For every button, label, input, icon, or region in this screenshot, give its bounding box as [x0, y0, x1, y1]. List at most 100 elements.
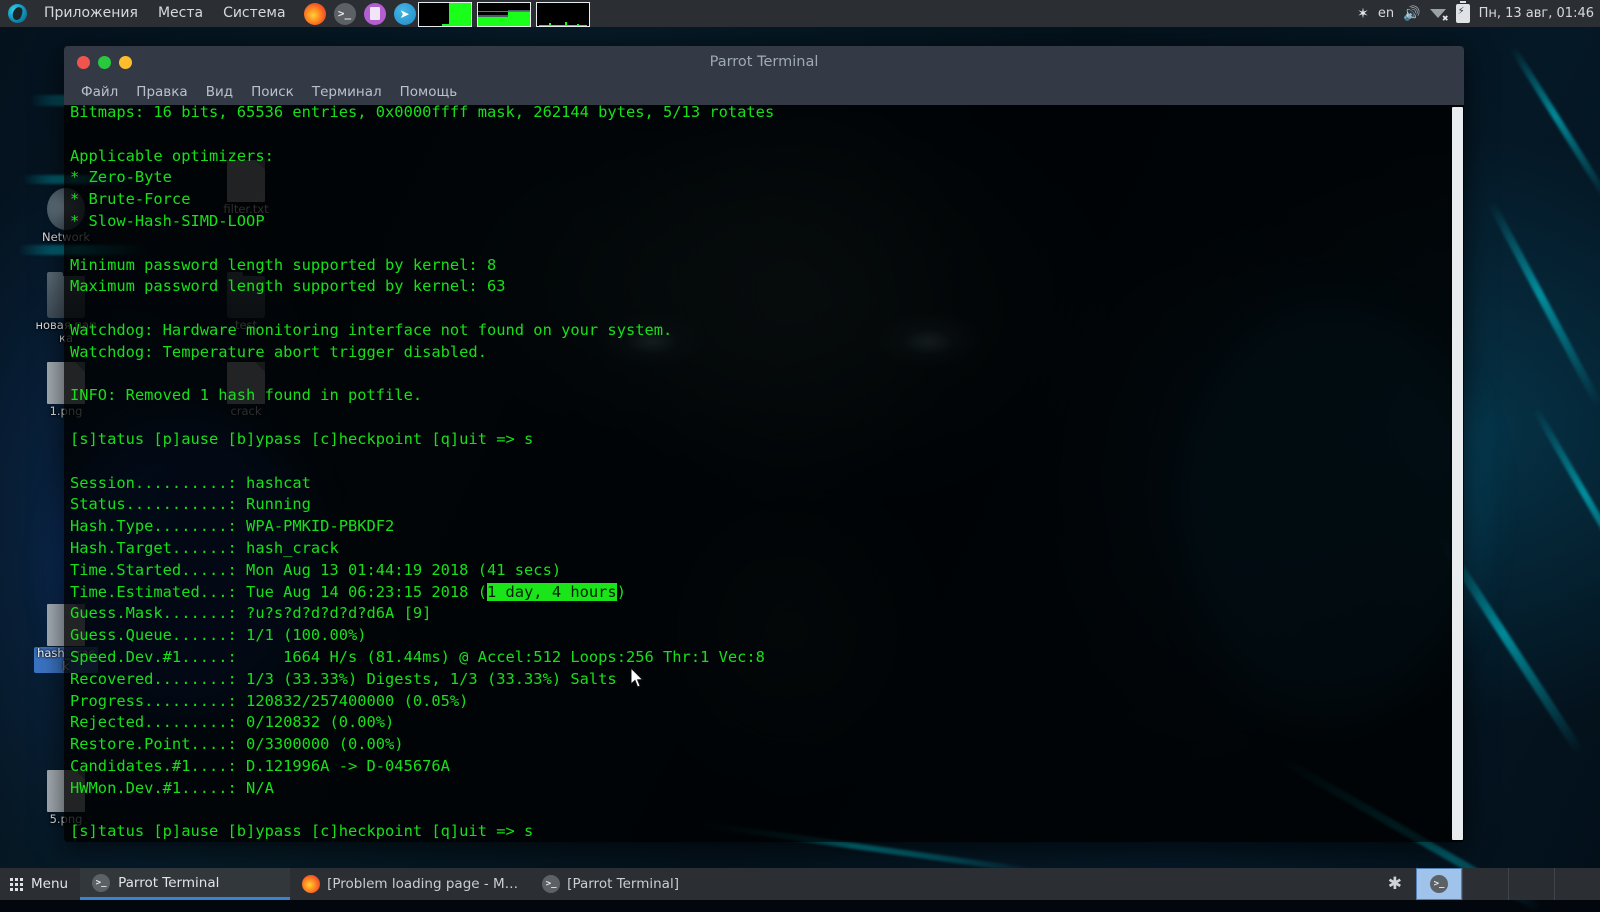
workspace-2[interactable]	[1462, 868, 1508, 900]
terminal-line: Candidates.#1....: D.121996A -> D-045676…	[70, 756, 450, 775]
taskbar-item-label: [Problem loading page - M…	[327, 876, 519, 892]
terminal-icon: >_	[542, 875, 561, 893]
terminal-line: Hash.Target......: hash_crack	[70, 538, 339, 557]
panel-menu-places[interactable]: Места	[148, 0, 213, 27]
system-monitor-applets	[418, 2, 590, 27]
close-button[interactable]	[77, 55, 90, 69]
menu-view[interactable]: Вид	[197, 82, 242, 102]
terminal-line: Applicable optimizers:	[70, 146, 274, 165]
grid-icon	[10, 877, 23, 891]
menu-file[interactable]: Файл	[72, 82, 127, 102]
terminal-line: Restore.Point....: 0/3300000 (0.00%)	[70, 735, 404, 754]
workspace-4[interactable]	[1554, 868, 1600, 900]
wifi-disconnected-icon[interactable]	[1429, 7, 1449, 23]
workspace-switcher: >_	[1416, 868, 1600, 900]
terminal-line: Maximum password length supported by ker…	[70, 277, 506, 296]
clock[interactable]: Пн, 13 авг, 01:46	[1479, 6, 1594, 21]
terminal-line: INFO: Removed 1 hash found in potfile.	[70, 386, 423, 405]
highlighted-text: 1 day, 4 hours	[486, 582, 617, 601]
terminal-icon[interactable]: >_	[333, 2, 356, 25]
telegram-icon[interactable]: ➤	[393, 2, 416, 25]
menu-terminal[interactable]: Терминал	[303, 82, 391, 102]
minimize-button[interactable]	[98, 55, 111, 69]
menu-help[interactable]: Помощь	[391, 82, 467, 102]
keyboard-layout-indicator[interactable]: en	[1378, 6, 1394, 21]
taskbar-right: ✱ >_	[1374, 868, 1600, 900]
terminal-line: * Zero-Byte	[70, 168, 172, 187]
mouse-cursor	[631, 668, 644, 688]
terminal-line: Guess.Mask.......: ?u?s?d?d?d?d?d6A [9]	[70, 604, 432, 623]
window-buttons	[77, 55, 132, 69]
terminal-line: * Brute-Force	[70, 190, 191, 209]
terminal-menubar: Файл Правка Вид Поиск Терминал Помощь	[64, 78, 1464, 105]
terminal-line: Guess.Queue......: 1/1 (100.00%)	[70, 626, 367, 645]
menu-search[interactable]: Поиск	[242, 82, 303, 102]
taskbar-item-terminal[interactable]: >_ [Parrot Terminal]	[530, 868, 691, 900]
panel-menu-system[interactable]: Система	[213, 0, 295, 27]
terminal-line: * Slow-Hash-SIMD-LOOP	[70, 211, 265, 230]
terminal-body[interactable]: Bitmaps: 16 bits, 65536 entries, 0x0000f…	[64, 105, 1464, 842]
terminal-titlebar[interactable]: Parrot Terminal	[64, 46, 1464, 78]
taskbar-item-label: [Parrot Terminal]	[567, 876, 679, 892]
bluetooth-icon[interactable]: ✶	[1357, 7, 1369, 21]
memory-monitor-applet[interactable]	[477, 2, 531, 27]
bottom-panel: Menu >_ Parrot Terminal [Problem loading…	[0, 868, 1600, 900]
terminal-line: Time.Estimated...: Tue Aug 14 06:23:15 2…	[70, 582, 626, 601]
terminal-window[interactable]: Parrot Terminal Файл Правка Вид Поиск Те…	[64, 46, 1464, 842]
telegram-icon-glyph: ➤	[399, 6, 410, 21]
taskbar-active-window[interactable]: >_ Parrot Terminal	[80, 868, 291, 900]
terminal-scrollbar[interactable]	[1450, 105, 1464, 842]
menu-button-label: Menu	[31, 876, 69, 892]
wallpaper-streak	[1487, 200, 1600, 408]
terminal-line: Minimum password length supported by ker…	[70, 255, 497, 274]
terminal-output: Bitmaps: 16 bits, 65536 entries, 0x0000f…	[70, 105, 1442, 842]
terminal-line: Watchdog: Hardware monitoring interface …	[70, 320, 673, 339]
system-tray: ✶ en 🔊 Пн, 13 авг, 01:46	[1357, 0, 1594, 27]
taskbar-item-firefox[interactable]: [Problem loading page - M…	[290, 868, 530, 900]
terminal-line: Watchdog: Temperature abort trigger disa…	[70, 342, 487, 361]
text-editor-icon[interactable]	[363, 2, 386, 25]
taskbar-active-window-label: Parrot Terminal	[118, 874, 220, 891]
workspace-1[interactable]: >_	[1416, 868, 1462, 900]
parrot-logo-icon[interactable]	[8, 4, 27, 23]
terminal-icon: >_	[92, 873, 111, 892]
terminal-icon: >_	[1430, 875, 1448, 893]
firefox-icon[interactable]	[303, 2, 326, 25]
terminal-line: Time.Started.....: Mon Aug 13 01:44:19 2…	[70, 560, 562, 579]
show-desktop-icon[interactable]: ✱	[1374, 868, 1416, 900]
network-monitor-applet[interactable]	[536, 2, 590, 27]
volume-icon[interactable]: 🔊	[1403, 7, 1420, 21]
terminal-line: Recovered........: 1/3 (33.33%) Digests,…	[70, 669, 617, 688]
terminal-line: Status...........: Running	[70, 495, 311, 514]
scrollbar-thumb-lower[interactable]	[1452, 655, 1463, 840]
terminal-line: Progress.........: 120832/257400000 (0.0…	[70, 691, 469, 710]
menu-edit[interactable]: Правка	[127, 82, 196, 102]
wallpaper-streak	[1531, 406, 1600, 601]
terminal-line: Speed.Dev.#1.....: 1664 H/s (81.44ms) @ …	[70, 647, 765, 666]
terminal-line: [s]tatus [p]ause [b]ypass [c]heckpoint […	[70, 822, 534, 841]
top-panel: Приложения Места Система >_ ➤ ✶ en 🔊 ✖ ⚡…	[0, 0, 1600, 27]
workspace-3[interactable]	[1508, 868, 1554, 900]
firefox-icon	[302, 875, 321, 893]
wallpaper-streak	[1509, 45, 1600, 202]
terminal-line: Session..........: hashcat	[70, 473, 311, 492]
panel-menu-applications[interactable]: Приложения	[34, 0, 148, 27]
terminal-line: Rejected.........: 0/120832 (0.00%)	[70, 713, 395, 732]
battery-charging-icon[interactable]	[1455, 1, 1470, 23]
window-title: Parrot Terminal	[709, 54, 819, 70]
maximize-button[interactable]	[119, 55, 132, 69]
terminal-icon-glyph: >_	[337, 7, 352, 20]
terminal-line: Hash.Type........: WPA-PMKID-PBKDF2	[70, 517, 395, 536]
menu-button[interactable]: Menu	[0, 868, 80, 900]
scrollbar-thumb[interactable]	[1452, 107, 1463, 667]
terminal-line: [s]tatus [p]ause [b]ypass [c]heckpoint […	[70, 429, 534, 448]
terminal-line: Bitmaps: 16 bits, 65536 entries, 0x0000f…	[70, 105, 775, 121]
cpu-monitor-applet[interactable]	[418, 2, 472, 27]
